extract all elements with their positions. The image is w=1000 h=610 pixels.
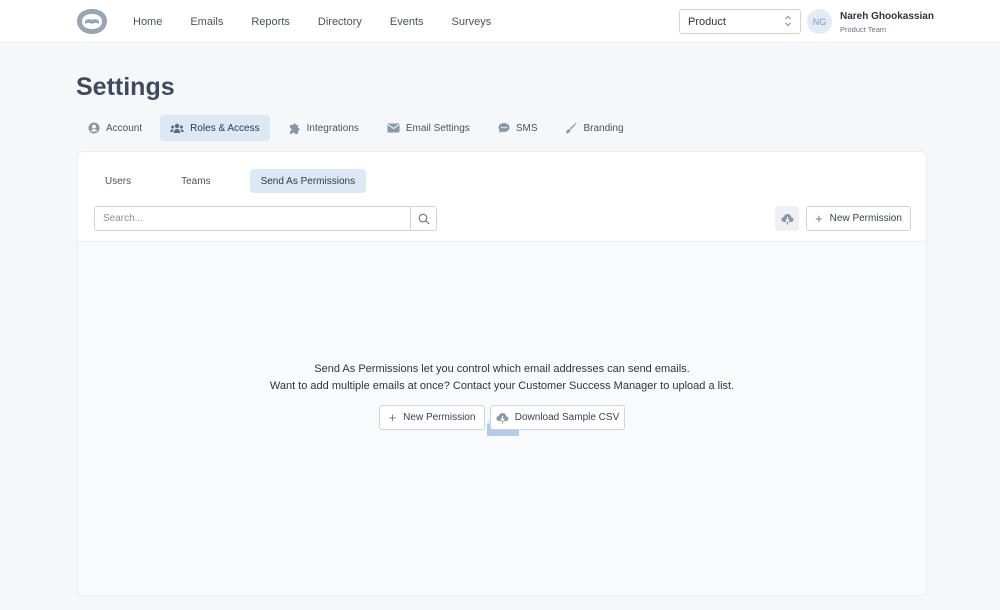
subtab-teams[interactable]: Teams <box>170 169 221 193</box>
user-circle-icon <box>88 122 100 134</box>
download-sample-csv-button[interactable]: Download Sample CSV <box>490 405 625 430</box>
search-button[interactable] <box>410 207 436 230</box>
tab-label: Roles & Access <box>190 122 260 134</box>
cloud-download-icon <box>496 412 509 423</box>
download-sample-csv-label: Download Sample CSV <box>514 412 620 423</box>
search-icon <box>418 213 429 224</box>
top-bar: Home Emails Reports Directory Events Sur… <box>0 0 1000 43</box>
nav-emails[interactable]: Emails <box>190 16 223 28</box>
nav-events[interactable]: Events <box>390 16 424 28</box>
user-team: Product Team <box>840 25 887 34</box>
cloud-download-icon <box>781 213 793 224</box>
plus-icon: + <box>815 211 823 226</box>
permissions-card: Users Teams Send As Permissions + New Pe… <box>77 151 927 596</box>
nav-home[interactable]: Home <box>133 16 162 28</box>
nav-surveys[interactable]: Surveys <box>452 16 492 28</box>
envelope-icon <box>387 123 400 133</box>
plus-icon: + <box>388 410 397 425</box>
tab-account[interactable]: Account <box>78 115 152 141</box>
tab-sms[interactable]: SMS <box>488 115 548 141</box>
main-nav: Home Emails Reports Directory Events Sur… <box>133 0 519 43</box>
avatar[interactable]: NG <box>807 9 832 34</box>
page-title: Settings <box>76 73 175 101</box>
tab-label: SMS <box>515 122 538 134</box>
tab-label: Integrations <box>306 122 359 134</box>
new-permission-button[interactable]: + New Permission <box>806 206 911 231</box>
search-box <box>94 206 437 231</box>
chat-bubble-icon <box>498 123 510 133</box>
tab-integrations[interactable]: Integrations <box>278 115 369 141</box>
tab-label: Email Settings <box>405 122 470 134</box>
nav-directory[interactable]: Directory <box>318 16 362 28</box>
org-select-value: Product <box>688 16 726 28</box>
nav-reports[interactable]: Reports <box>251 16 290 28</box>
new-permission-label: New Permission <box>829 213 902 224</box>
logo-icon[interactable] <box>76 8 108 35</box>
subtab-users[interactable]: Users <box>94 169 142 193</box>
users-icon <box>170 123 184 133</box>
subtabs: Users Teams Send As Permissions <box>94 169 367 193</box>
empty-new-permission-button[interactable]: + New Permission <box>379 405 485 430</box>
empty-state-line-2: Want to add multiple emails at once? Con… <box>269 380 735 392</box>
subtab-send-as-permissions[interactable]: Send As Permissions <box>249 169 367 193</box>
tab-roles-access[interactable]: Roles & Access <box>160 115 270 141</box>
empty-new-permission-label: New Permission <box>403 412 476 423</box>
org-select[interactable]: Product <box>679 9 801 34</box>
chevron-up-down-icon <box>785 15 791 27</box>
tab-branding[interactable]: Branding <box>555 115 633 141</box>
tab-label: Branding <box>583 122 624 134</box>
settings-tabs: Account Roles & Access Integrations Emai… <box>78 115 642 141</box>
user-name[interactable]: Nareh Ghookassian <box>840 11 934 22</box>
brush-icon <box>565 122 578 134</box>
empty-state-line-1: Send As Permissions let you control whic… <box>314 363 690 375</box>
download-button[interactable] <box>775 206 799 231</box>
search-input[interactable] <box>95 207 410 230</box>
tab-label: Account <box>106 122 143 134</box>
tab-email-settings[interactable]: Email Settings <box>377 115 480 141</box>
puzzle-icon <box>289 123 300 134</box>
